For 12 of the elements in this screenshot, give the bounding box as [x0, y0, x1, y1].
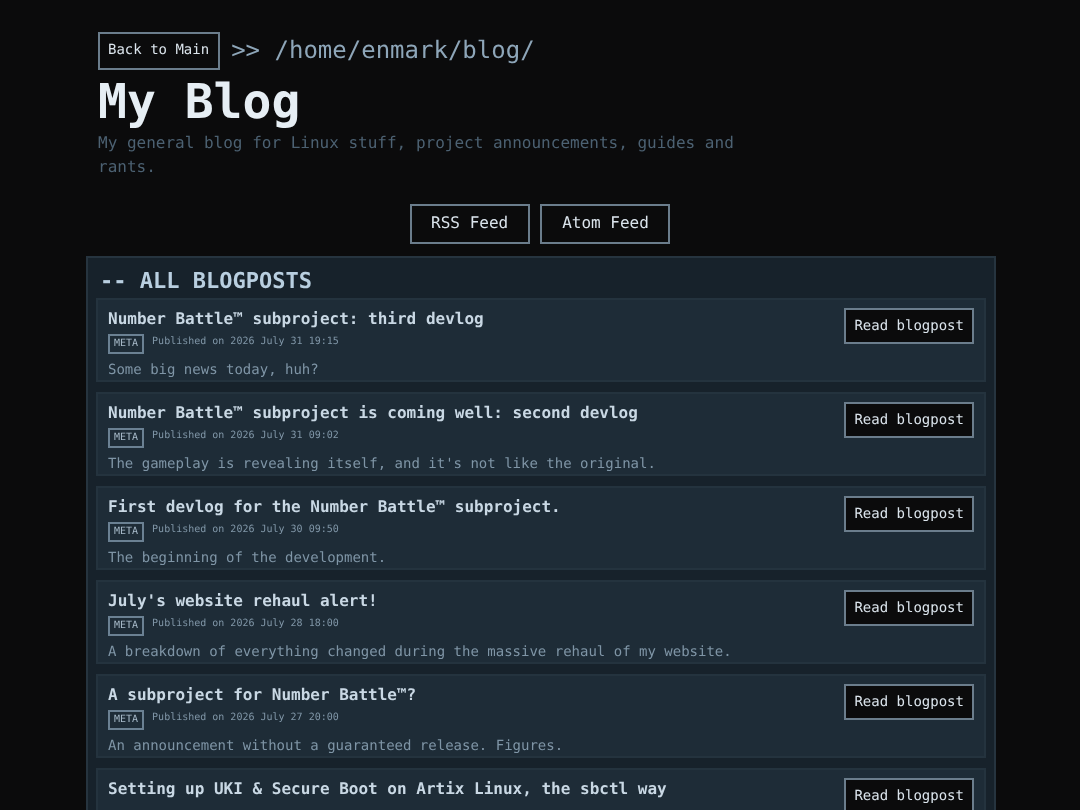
- breadcrumb-path: >> /home/enmark/blog/: [231, 34, 535, 69]
- feed-button[interactable]: RSS Feed: [409, 203, 531, 243]
- post-title: July's website rehaul alert!: [108, 589, 380, 611]
- page-title: My Blog: [98, 75, 303, 127]
- section-heading: -- ALL BLOGPOSTS: [98, 267, 314, 293]
- page-description: My general blog for Linux stuff, project announcements, guides and rants.: [98, 131, 736, 179]
- post-title: Number Battle™ subproject is coming well: second devlog: [108, 401, 640, 423]
- post-title: First devlog for the Number Battle™ subproject.: [108, 495, 561, 517]
- post-title: A subproject for Number Battle™?: [108, 683, 419, 705]
- feed-button[interactable]: Atom Feed: [540, 203, 671, 243]
- post-title: Number Battle™ subproject: third devlog: [108, 307, 484, 329]
- post-title: Setting up UKI & Secure Boot on Artix Linux, the sbctl way: [108, 777, 667, 799]
